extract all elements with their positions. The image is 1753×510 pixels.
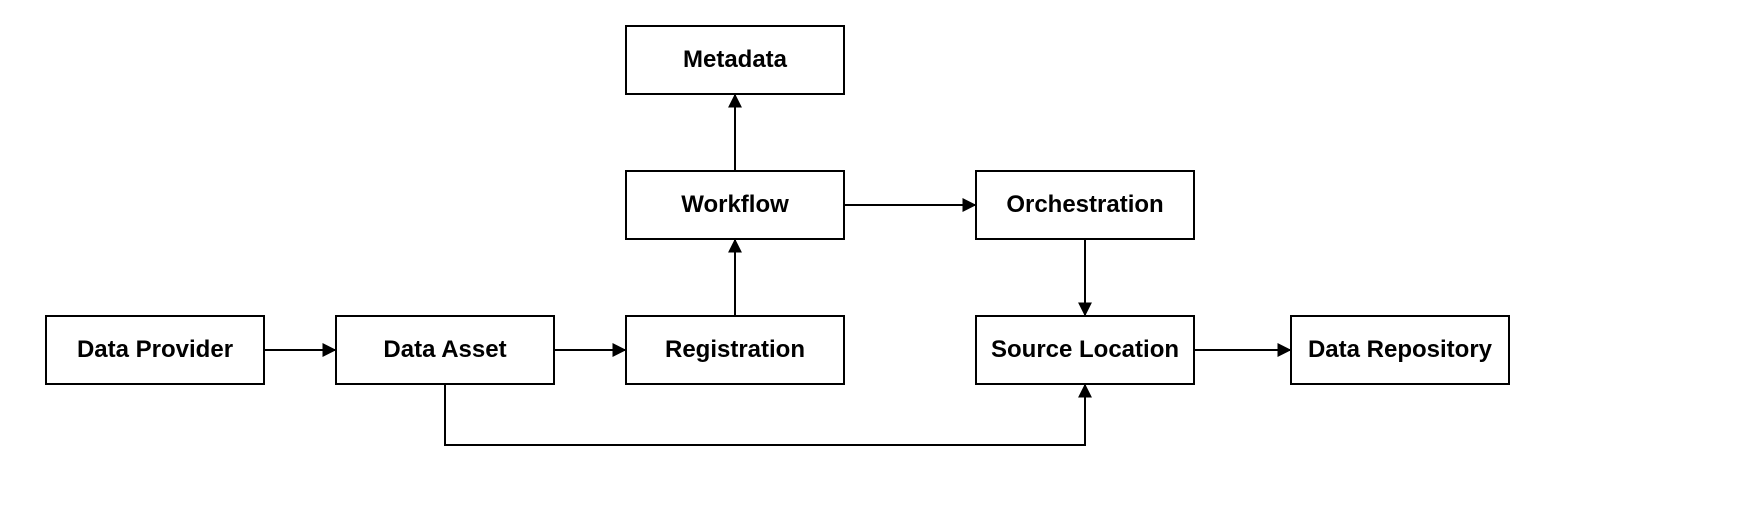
node-label: Orchestration: [1006, 191, 1163, 219]
edge-data_asset-to-source_location: [445, 385, 1085, 445]
node-label: Workflow: [681, 191, 789, 219]
node-source-location: Source Location: [975, 315, 1195, 385]
node-workflow: Workflow: [625, 170, 845, 240]
node-registration: Registration: [625, 315, 845, 385]
diagram-edges: [0, 0, 1753, 510]
node-metadata: Metadata: [625, 25, 845, 95]
node-data-repository: Data Repository: [1290, 315, 1510, 385]
node-label: Source Location: [991, 336, 1179, 364]
node-label: Registration: [665, 336, 805, 364]
diagram-canvas: Data Provider Data Asset Registration Wo…: [0, 0, 1753, 510]
node-label: Data Asset: [383, 336, 506, 364]
node-label: Metadata: [683, 46, 787, 74]
node-label: Data Repository: [1308, 336, 1492, 364]
node-orchestration: Orchestration: [975, 170, 1195, 240]
node-data-asset: Data Asset: [335, 315, 555, 385]
node-data-provider: Data Provider: [45, 315, 265, 385]
node-label: Data Provider: [77, 336, 233, 364]
